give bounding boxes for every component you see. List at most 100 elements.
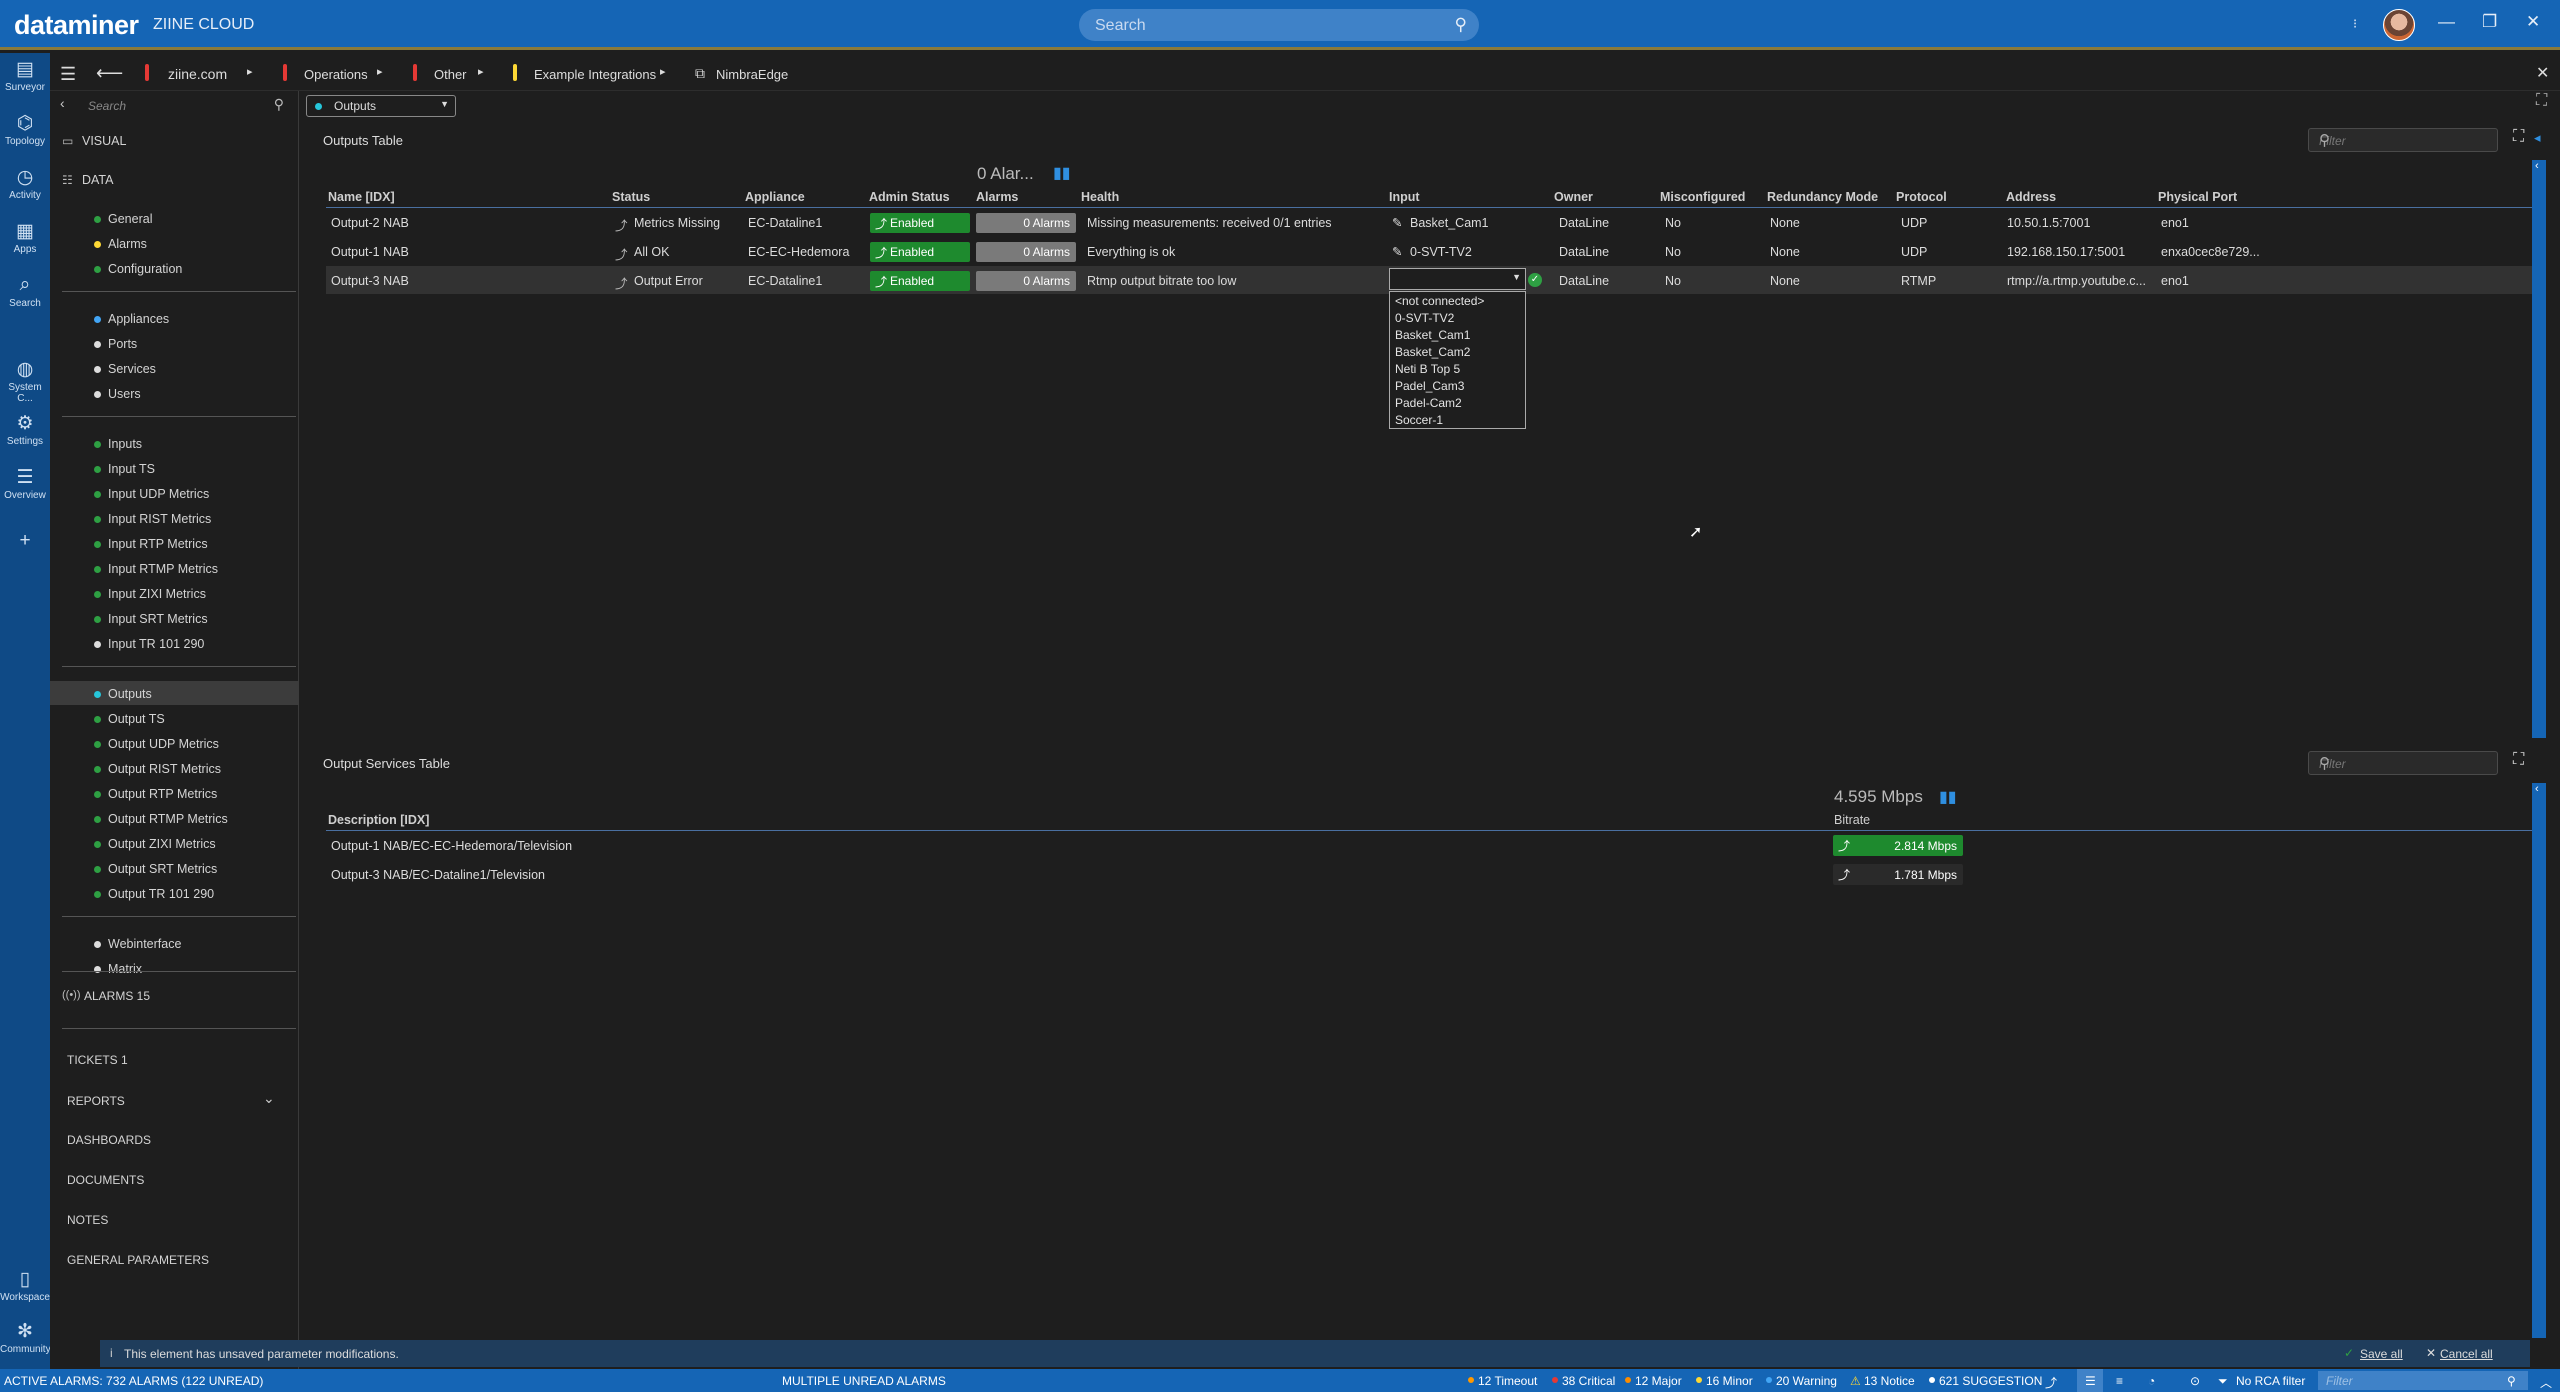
pin-icon[interactable]: ◂ bbox=[2534, 130, 2541, 146]
sort-icon[interactable]: ≡ bbox=[2116, 1374, 2123, 1388]
service-description[interactable]: Output-1 NAB/EC-EC-Hedemora/Television bbox=[331, 839, 572, 853]
nav-item[interactable]: Configuration bbox=[108, 262, 182, 276]
rail-item[interactable]: ◍ System C... bbox=[0, 358, 50, 404]
nav-dashboards[interactable]: DASHBOARDS bbox=[67, 1133, 151, 1147]
column-header[interactable]: Address bbox=[2006, 190, 2056, 204]
nav-item[interactable]: Input TR 101 290 bbox=[108, 637, 204, 651]
filter-icon[interactable]: ⏷ bbox=[2218, 1374, 2228, 1389]
nav-item[interactable]: Output RTP Metrics bbox=[108, 787, 217, 801]
rail-item[interactable]: ⌬ Topology bbox=[0, 112, 50, 147]
nav-tickets[interactable]: TICKETS 1 bbox=[67, 1053, 128, 1067]
services-scrollbar[interactable] bbox=[2532, 783, 2546, 1338]
input-dropdown-list[interactable]: <not connected> 0-SVT-TV2 Basket_Cam1 Baske… bbox=[1389, 291, 1526, 429]
pin-arrow-icon[interactable]: ‹ bbox=[2535, 160, 2539, 172]
trend-icon[interactable]: ⤴ bbox=[2045, 1374, 2057, 1391]
column-header[interactable]: Health bbox=[1081, 190, 1119, 204]
bitrate-badge[interactable]: ⤴ 1.781 Mbps bbox=[1833, 864, 1963, 885]
alarm-count-badge[interactable]: 0 Alarms bbox=[976, 213, 1076, 233]
column-header[interactable]: Description [IDX] bbox=[328, 813, 429, 827]
column-header[interactable]: Redundancy Mode bbox=[1767, 190, 1878, 204]
nav-item[interactable]: Input RTP Metrics bbox=[108, 537, 208, 551]
nav-item[interactable]: Appliances bbox=[108, 312, 169, 326]
output-name[interactable]: Output-3 NAB bbox=[331, 274, 409, 288]
rail-item[interactable]: ▦ Apps bbox=[0, 220, 50, 255]
nav-item[interactable]: Inputs bbox=[108, 437, 142, 451]
nav-item[interactable]: Ports bbox=[108, 337, 137, 351]
nav-alarms[interactable]: ALARMS 15 bbox=[84, 989, 150, 1003]
nav-reports[interactable]: REPORTS bbox=[67, 1094, 125, 1108]
output-input[interactable]: Basket_Cam1 bbox=[1410, 216, 1489, 230]
nav-item[interactable]: Input UDP Metrics bbox=[108, 487, 209, 501]
breadcrumb-item[interactable]: NimbraEdge bbox=[716, 67, 788, 82]
nav-item[interactable]: Services bbox=[108, 362, 156, 376]
rail-item[interactable]: ◷ Activity bbox=[0, 166, 50, 201]
bullet-menu-icon[interactable]: ⁝ bbox=[2353, 16, 2357, 32]
nav-item[interactable]: Output RTMP Metrics bbox=[108, 812, 228, 826]
nav-item[interactable]: Input ZIXI Metrics bbox=[108, 587, 206, 601]
expand-icon[interactable]: ⛶ bbox=[2536, 92, 2547, 110]
bar-chart-icon[interactable]: ▮▮ bbox=[1053, 163, 1071, 183]
nav-item[interactable]: Output TR 101 290 bbox=[108, 887, 214, 901]
rail-item[interactable]: ⌕ Search bbox=[0, 274, 50, 309]
trend-icon[interactable]: ⤴ bbox=[615, 244, 628, 263]
column-header[interactable]: Misconfigured bbox=[1660, 190, 1745, 204]
nav-item[interactable]: Output ZIXI Metrics bbox=[108, 837, 216, 851]
bar-chart-icon[interactable]: ▮▮ bbox=[1939, 787, 1957, 807]
service-description[interactable]: Output-3 NAB/EC-Dataline1/Television bbox=[331, 868, 545, 882]
nav-item[interactable]: Input RTMP Metrics bbox=[108, 562, 218, 576]
input-option[interactable]: Padel_Cam3 bbox=[1395, 379, 1464, 393]
nav-item[interactable]: Input TS bbox=[108, 462, 155, 476]
outputs-filter-input[interactable]: Filter ⚲ bbox=[2308, 128, 2498, 152]
breadcrumb-item[interactable]: ziine.com bbox=[168, 66, 227, 82]
column-header[interactable]: Name [IDX] bbox=[328, 190, 395, 204]
chevron-down-icon[interactable]: ⌄ bbox=[263, 1090, 275, 1107]
search-icon[interactable]: ⚲ bbox=[2507, 1374, 2516, 1388]
focus-icon[interactable]: ⊙ bbox=[2190, 1374, 2200, 1388]
critical-count[interactable]: 38 Critical bbox=[1562, 1374, 1615, 1388]
column-header[interactable]: Owner bbox=[1554, 190, 1593, 204]
output-name[interactable]: Output-2 NAB bbox=[331, 216, 409, 230]
rail-item[interactable]: ▤ Surveyor bbox=[0, 58, 50, 93]
clock-icon[interactable]: ◔ bbox=[2148, 1374, 2155, 1388]
outputs-scrollbar[interactable] bbox=[2532, 160, 2546, 738]
search-icon[interactable]: ⚲ bbox=[1455, 15, 1467, 35]
unread-alarms[interactable]: MULTIPLE UNREAD ALARMS bbox=[782, 1374, 946, 1388]
column-header[interactable]: Alarms bbox=[976, 190, 1018, 204]
input-option[interactable]: 0-SVT-TV2 bbox=[1395, 311, 1454, 325]
nav-data[interactable]: DATA bbox=[82, 173, 113, 187]
breadcrumb-item[interactable]: Other bbox=[434, 67, 467, 82]
nav-item[interactable]: Input RIST Metrics bbox=[108, 512, 211, 526]
input-option[interactable]: <not connected> bbox=[1395, 294, 1484, 308]
column-header[interactable]: Physical Port bbox=[2158, 190, 2237, 204]
fullscreen-icon[interactable]: ⛶ bbox=[2513, 751, 2524, 769]
rail-item[interactable]: ⚙ Settings bbox=[0, 412, 50, 447]
suggestion-count[interactable]: 621 SUGGESTION bbox=[1939, 1374, 2042, 1388]
services-filter-input[interactable]: Filter ⚲ bbox=[2308, 751, 2498, 775]
search-icon[interactable]: ⚲ bbox=[2319, 131, 2489, 149]
pin-arrow-icon[interactable]: ‹ bbox=[2535, 783, 2539, 795]
fullscreen-icon[interactable]: ⛶ bbox=[2513, 128, 2524, 146]
search-icon[interactable]: ⚲ bbox=[2319, 754, 2489, 772]
column-header[interactable]: Status bbox=[612, 190, 650, 204]
admin-status-badge[interactable]: ⤴ Enabled bbox=[870, 271, 970, 291]
nav-item[interactable]: General bbox=[108, 212, 152, 226]
collapse-arrow-icon[interactable]: ‹ bbox=[60, 95, 65, 111]
nav-general-parameters[interactable]: GENERAL PARAMETERS bbox=[67, 1253, 209, 1267]
warning-count[interactable]: 20 Warning bbox=[1776, 1374, 1837, 1388]
nav-item[interactable]: Output UDP Metrics bbox=[108, 737, 219, 751]
input-option[interactable]: Padel-Cam2 bbox=[1395, 396, 1462, 410]
chevron-up-icon[interactable]: ︿ bbox=[2540, 1374, 2552, 1391]
breadcrumb-item[interactable]: Operations bbox=[304, 67, 368, 82]
hamburger-menu-icon[interactable]: ☰ bbox=[60, 64, 76, 85]
admin-status-badge[interactable]: ⤴ Enabled bbox=[870, 242, 970, 262]
avatar[interactable] bbox=[2383, 9, 2415, 41]
trend-icon[interactable]: ⤴ bbox=[615, 215, 628, 234]
input-option[interactable]: Basket_Cam2 bbox=[1395, 345, 1470, 359]
save-all-link[interactable]: Save all bbox=[2360, 1347, 2403, 1361]
timeout-count[interactable]: 12 Timeout bbox=[1478, 1374, 1537, 1388]
nav-item[interactable]: Input SRT Metrics bbox=[108, 612, 208, 626]
alarm-count-badge[interactable]: 0 Alarms bbox=[976, 242, 1076, 262]
rca-filter[interactable]: No RCA filter bbox=[2236, 1374, 2305, 1388]
nav-item[interactable]: Matrix bbox=[108, 962, 142, 976]
column-header[interactable]: Bitrate bbox=[1834, 813, 1870, 827]
